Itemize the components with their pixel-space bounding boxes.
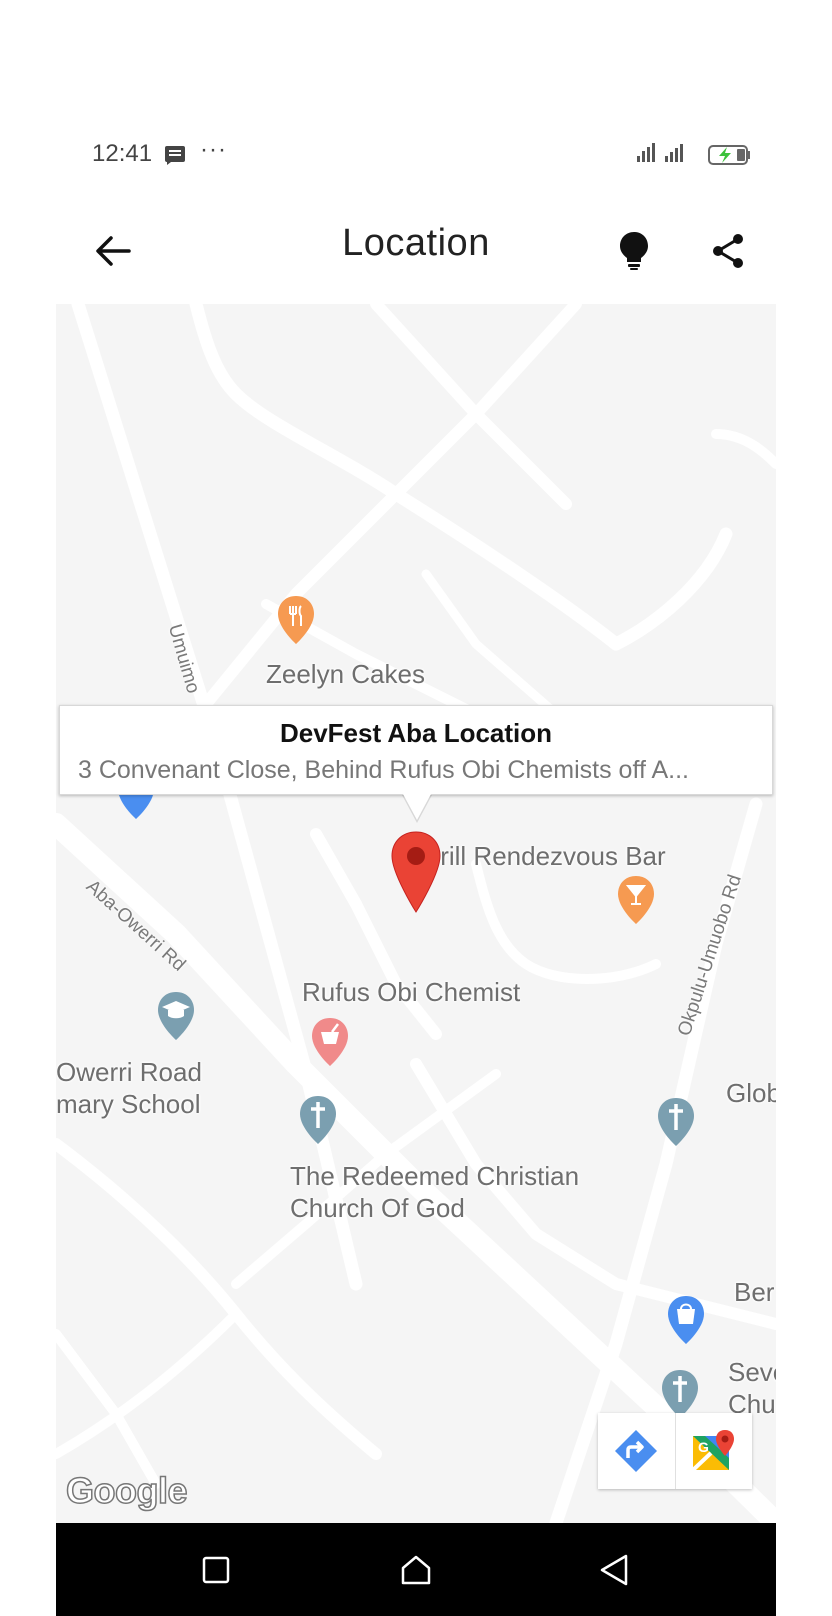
directions-icon: [615, 1430, 658, 1472]
place-label-ber: Ber: [734, 1277, 775, 1307]
map-toolbar: G: [598, 1413, 752, 1489]
home-button[interactable]: [394, 1548, 438, 1592]
lightbulb-button[interactable]: [610, 226, 658, 276]
school-icon[interactable]: [156, 990, 196, 1044]
info-window-tail: [403, 794, 431, 820]
share-button[interactable]: [704, 226, 752, 276]
place-label-school-line2: mary School: [56, 1089, 201, 1119]
message-icon: [165, 146, 185, 165]
lightbulb-icon: [620, 232, 648, 270]
status-time: 12:41: [92, 140, 153, 167]
place-label-sev-line1: Seve: [728, 1357, 776, 1387]
info-window-title: DevFest Aba Location: [279, 718, 553, 748]
google-logo: Google: [65, 1469, 188, 1512]
back-nav-button[interactable]: [592, 1548, 636, 1592]
pharmacy-icon[interactable]: [310, 1016, 350, 1070]
home-icon: [401, 1555, 431, 1585]
place-label-glob: Glob: [726, 1078, 776, 1108]
place-label-church-line2: Church Of God: [290, 1193, 465, 1223]
recents-button[interactable]: [194, 1548, 238, 1592]
place-label-zeelyn: Zeelyn Cakes: [266, 659, 425, 689]
info-window[interactable]: DevFest Aba Location 3 Convenant Close, …: [59, 705, 773, 795]
signal-icon: [637, 143, 683, 162]
svg-text:G: G: [698, 1439, 709, 1455]
location-pin-icon[interactable]: [390, 830, 442, 914]
church-icon[interactable]: [298, 1094, 338, 1148]
shopping-icon[interactable]: [666, 1294, 706, 1348]
directions-button[interactable]: [598, 1413, 675, 1489]
back-triangle-icon: [600, 1554, 628, 1586]
place-label-grill: Grill Rendezvous Bar: [420, 841, 666, 871]
place-label-school-line1: Owerri Road: [56, 1057, 202, 1087]
place-label-church-line1: The Redeemed Christian: [290, 1161, 580, 1191]
google-maps-icon: G: [691, 1430, 734, 1472]
share-icon: [713, 234, 743, 268]
battery-charging-icon: [708, 145, 750, 165]
bar-icon[interactable]: [616, 874, 656, 928]
open-in-maps-button[interactable]: G: [676, 1413, 753, 1489]
info-window-snippet: 3 Convenant Close, Behind Rufus Obi Chem…: [78, 756, 689, 784]
more-notifications-icon: ···: [200, 136, 227, 163]
church-icon[interactable]: [656, 1096, 696, 1150]
restaurant-icon[interactable]: [276, 594, 316, 648]
place-label-rufus: Rufus Obi Chemist: [302, 977, 521, 1007]
recents-square-icon: [202, 1556, 230, 1584]
